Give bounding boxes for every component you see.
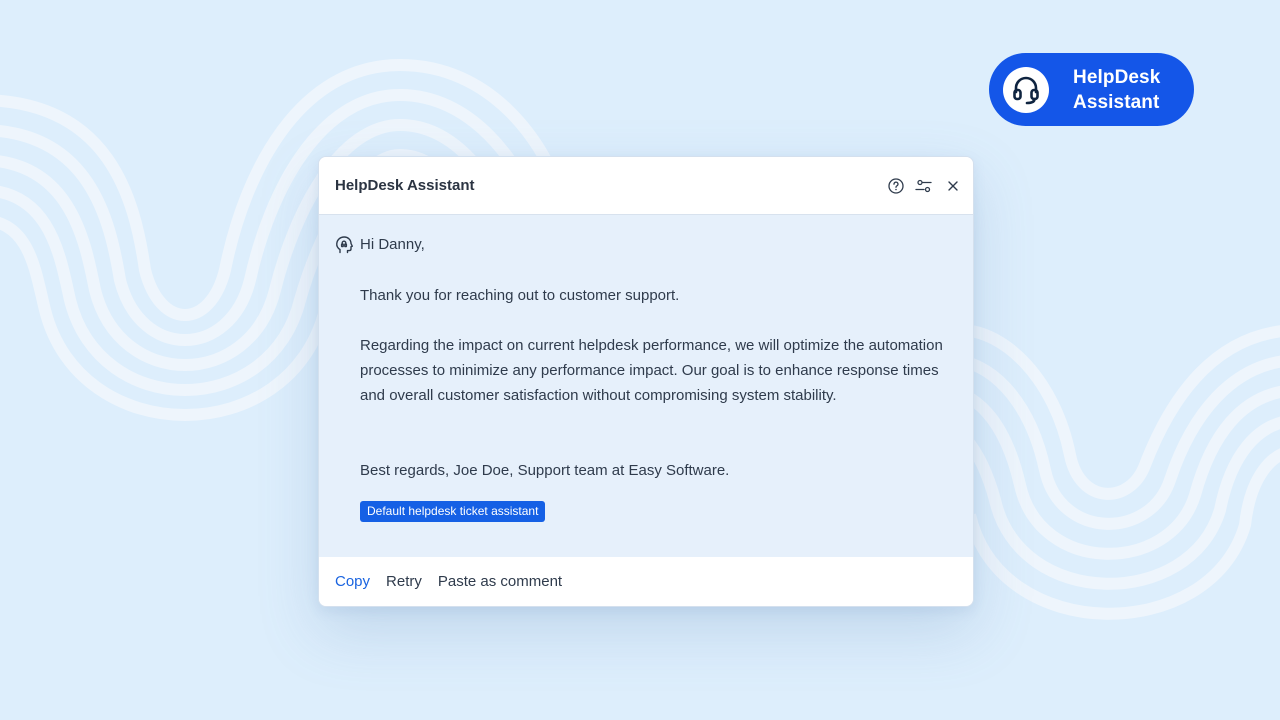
assistant-dialog: HelpDesk Assistant Hi Danny, Thank you f… [318, 156, 974, 607]
brand-line-1: HelpDesk [1073, 66, 1161, 88]
brand-icon-circle [1003, 66, 1049, 113]
message-paragraph-2: Regarding the impact on current helpdesk… [360, 337, 943, 404]
message-greeting: Hi Danny, [360, 236, 425, 253]
dialog-title: HelpDesk Assistant [335, 177, 475, 194]
message-paragraph-1: Thank you for reaching out to customer s… [360, 287, 680, 304]
retry-button[interactable]: Retry [386, 573, 422, 590]
brand-badge: HelpDesk Assistant [989, 53, 1194, 126]
assistant-head-icon [336, 236, 353, 254]
paste-as-comment-button[interactable]: Paste as comment [438, 573, 562, 590]
dialog-body: Hi Danny, Thank you for reaching out to … [319, 215, 973, 559]
message-signature: Best regards, Joe Doe, Support team at E… [360, 462, 730, 479]
brand-name: HelpDesk Assistant [1073, 65, 1160, 115]
copy-button[interactable]: Copy [335, 573, 370, 590]
headset-icon [1013, 76, 1039, 104]
close-icon[interactable] [944, 177, 962, 195]
assistant-type-badge: Default helpdesk ticket assistant [360, 501, 546, 522]
dialog-footer: Copy Retry Paste as comment [319, 557, 973, 606]
help-circle-icon[interactable] [887, 177, 905, 195]
settings-sliders-icon[interactable] [915, 177, 933, 195]
dialog-header: HelpDesk Assistant [319, 157, 973, 215]
brand-line-2: Assistant [1073, 91, 1160, 113]
page-background: HelpDesk Assistant HelpDesk Assistant Hi… [0, 0, 1280, 720]
